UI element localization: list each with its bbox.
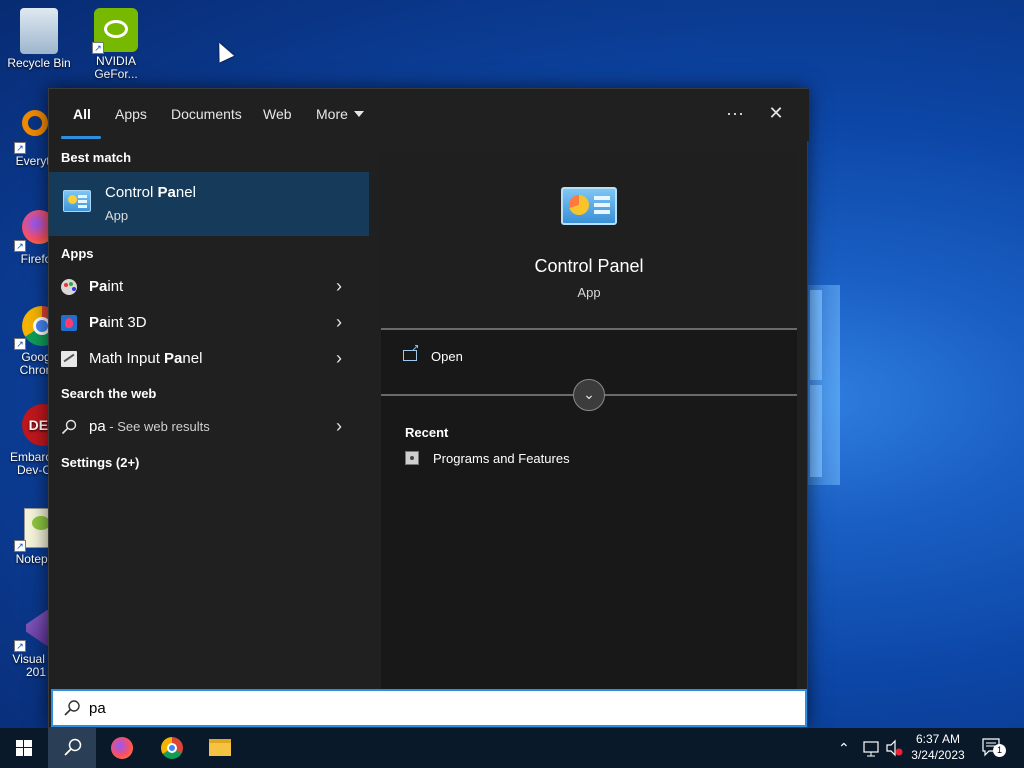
tab-web[interactable]: Web (263, 105, 292, 127)
nvidia-geforce-icon: ↗ (92, 8, 138, 54)
chevron-right-icon[interactable]: › (336, 416, 342, 437)
recent-heading: Recent (405, 425, 449, 440)
search-filter-bar: All Apps Documents Web More ··· ✕ (49, 89, 809, 141)
shortcut-arrow-icon: ↗ (14, 540, 26, 552)
mouse-cursor (211, 39, 235, 63)
tab-apps[interactable]: Apps (115, 105, 147, 127)
action-center-button[interactable]: 1 (982, 738, 1006, 757)
volume-muted-icon[interactable] (885, 728, 903, 768)
system-clock[interactable]: 6:37 AM 3/24/2023 (904, 731, 972, 763)
desktop-icon-label: NVIDIA GeFor... (94, 54, 138, 81)
close-button[interactable]: ✕ (762, 101, 790, 127)
search-icon (61, 419, 77, 435)
open-action[interactable]: Open (403, 343, 463, 364)
desktop-icon-recycle-bin[interactable]: Recycle Bin (1, 8, 77, 70)
windows-search-panel: All Apps Documents Web More ··· ✕ Best m… (48, 88, 809, 728)
start-button[interactable] (0, 728, 48, 768)
shortcut-arrow-icon: ↗ (92, 42, 104, 54)
chevron-right-icon[interactable]: › (336, 276, 342, 297)
folder-icon (209, 739, 231, 756)
firefox-taskbar-button[interactable] (98, 728, 146, 768)
recent-item-label: Programs and Features (433, 451, 570, 466)
best-match-name: Control Panel (105, 184, 196, 201)
best-match-type: App (105, 208, 129, 223)
best-match-heading: Best match (61, 150, 132, 165)
web-search-label: pa - See web results (89, 418, 210, 435)
best-match-result[interactable]: Control Panel App (49, 172, 369, 236)
search-web-heading: Search the web (61, 386, 157, 401)
app-result-math-input-panel[interactable]: Math Input Panel › (49, 341, 369, 377)
search-query: pa (89, 700, 106, 717)
app-result-paint[interactable]: Paint › (49, 269, 369, 305)
notification-badge: 1 (993, 744, 1006, 757)
web-search-result[interactable]: pa - See web results › (49, 409, 369, 445)
recycle-bin-icon (20, 8, 58, 54)
result-preview-pane: Control Panel App Open ⌄ Recent Programs… (381, 153, 797, 689)
preview-title: Control Panel (534, 256, 644, 276)
shortcut-arrow-icon: ↗ (14, 240, 26, 252)
chevron-right-icon[interactable]: › (336, 348, 342, 369)
google-chrome-desktop-icon: ↗ (2, 304, 62, 350)
app-result-label: Paint (89, 278, 124, 295)
open-icon (403, 343, 419, 361)
chrome-taskbar-button[interactable] (148, 728, 196, 768)
search-input[interactable]: pa (51, 689, 807, 727)
apps-heading: Apps (61, 246, 94, 261)
desktop-icon-label: Recycle Bin (7, 56, 71, 70)
show-hidden-icons-button[interactable]: ⌃ (838, 740, 850, 768)
paint-icon (61, 279, 77, 295)
math-input-panel-icon (61, 351, 77, 367)
paint-3d-icon (61, 315, 77, 331)
more-options-button[interactable]: ··· (721, 101, 749, 127)
tab-more-label: More (316, 106, 348, 122)
chevron-down-icon (353, 111, 364, 117)
results-list: Best match Control Panel App Apps Paint … (49, 141, 369, 689)
search-taskbar-button[interactable] (48, 728, 96, 768)
app-result-label: Math Input Panel (89, 350, 203, 367)
control-panel-icon (63, 190, 91, 212)
tab-all[interactable]: All (73, 105, 91, 127)
tab-documents[interactable]: Documents (171, 105, 242, 127)
embarcadero-devcpp-icon: DEV (2, 404, 64, 448)
search-icon (64, 738, 82, 756)
everything-icon: ↗ (2, 108, 48, 154)
tab-more[interactable]: More (316, 105, 364, 127)
windows-logo-icon (16, 740, 32, 756)
shortcut-arrow-icon: ↗ (14, 142, 26, 154)
file-explorer-taskbar-button[interactable] (196, 728, 244, 768)
settings-heading[interactable]: Settings (2+) (61, 455, 139, 470)
app-result-label: Paint 3D (89, 314, 147, 331)
control-panel-large-icon (561, 187, 617, 225)
programs-features-icon (405, 451, 419, 465)
clock-date: 3/24/2023 (911, 748, 965, 762)
taskbar: ⌃ 6:37 AM 3/24/2023 1 (0, 728, 1024, 768)
active-tab-indicator (61, 136, 101, 139)
shortcut-arrow-icon: ↗ (14, 338, 26, 350)
preview-header: Control Panel App (381, 153, 797, 328)
clock-time: 6:37 AM (915, 732, 961, 746)
divider (381, 328, 797, 330)
search-icon (64, 700, 80, 716)
firefox-desktop-icon: ↗ (2, 206, 56, 252)
shortcut-arrow-icon: ↗ (14, 640, 26, 652)
preview-type: App (577, 285, 601, 300)
notepad-plus-plus-icon: ↗ (2, 506, 56, 552)
recent-item-programs-and-features[interactable]: Programs and Features (405, 451, 570, 466)
firefox-icon (111, 737, 133, 759)
desktop-icon-nvidia[interactable]: ↗ NVIDIA GeFor... (78, 8, 154, 81)
chevron-right-icon[interactable]: › (336, 312, 342, 333)
app-result-paint-3d[interactable]: Paint 3D › (49, 305, 369, 341)
network-icon[interactable] (862, 728, 880, 768)
expand-chevron-down-icon[interactable]: ⌄ (573, 379, 605, 411)
visual-studio-icon: ↗ (2, 606, 56, 652)
